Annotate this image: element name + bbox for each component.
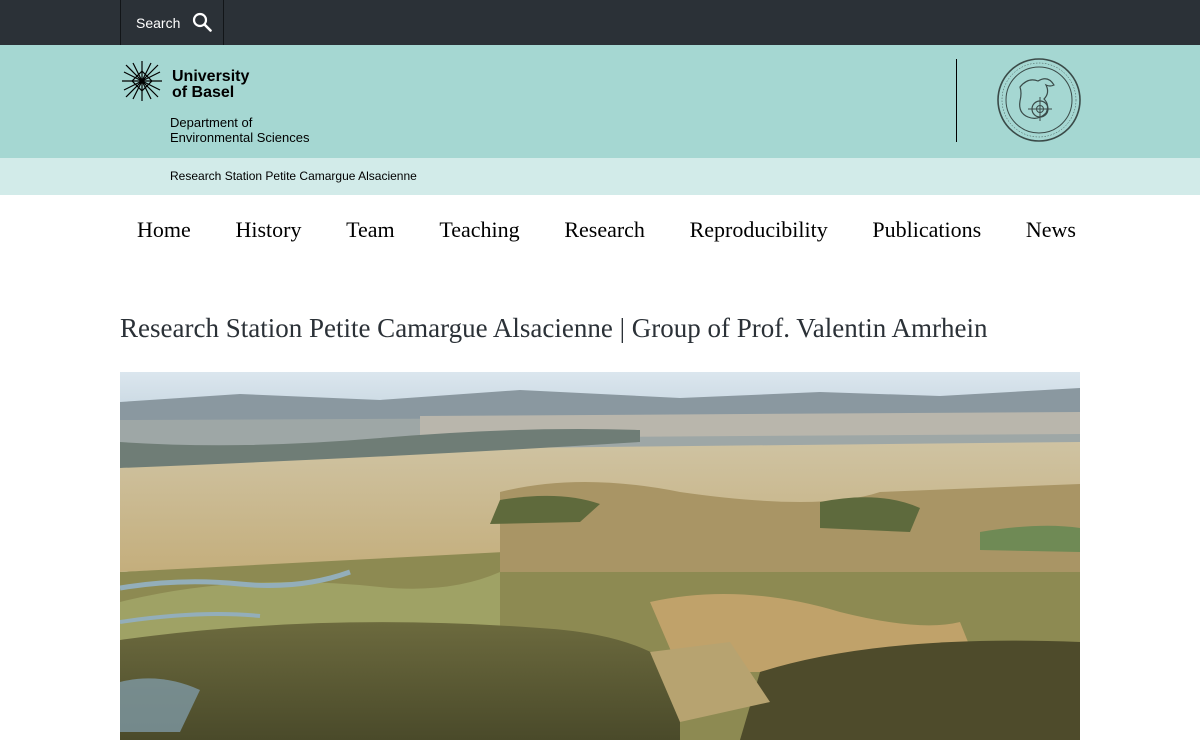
- page-title: Research Station Petite Camargue Alsacie…: [120, 313, 988, 343]
- nav-item-history[interactable]: History: [235, 217, 301, 243]
- university-logo-text: University of Basel: [172, 69, 282, 101]
- search-label: Search: [136, 14, 181, 31]
- nav-item-publications[interactable]: Publications: [872, 217, 981, 243]
- department-name[interactable]: Department of Environmental Sciences: [170, 115, 370, 145]
- nav-item-home[interactable]: Home: [137, 217, 191, 243]
- landscape-photo: [120, 372, 1080, 740]
- header-divider: [956, 59, 957, 142]
- search-icon: [192, 12, 212, 32]
- nav-item-teaching[interactable]: Teaching: [439, 217, 519, 243]
- logo-line-2: of Basel: [172, 84, 235, 101]
- nav-item-news[interactable]: News: [1026, 217, 1076, 243]
- university-logo-link[interactable]: University of Basel: [120, 59, 260, 105]
- nav-item-team[interactable]: Team: [346, 217, 395, 243]
- site-subtitle-bar: Research Station Petite Camargue Alsacie…: [0, 158, 1200, 195]
- nav-item-reproducibility[interactable]: Reproducibility: [690, 217, 828, 243]
- top-bar: Search: [0, 0, 1200, 45]
- university-seal-icon: [997, 58, 1081, 142]
- university-basilisk-logo-icon: [122, 61, 162, 101]
- site-header: University of Basel Department of Enviro…: [0, 45, 1200, 158]
- research-station-link[interactable]: Research Station Petite Camargue Alsacie…: [170, 169, 417, 183]
- hero-landscape-image: [120, 372, 1080, 740]
- search-button[interactable]: Search: [120, 0, 224, 45]
- department-line-1: Department of: [170, 115, 253, 130]
- department-line-2: Environmental Sciences: [170, 130, 310, 145]
- nav-item-research[interactable]: Research: [564, 217, 645, 243]
- logo-line-1: University: [172, 68, 250, 85]
- main-navigation: Home History Team Teaching Research Repr…: [120, 212, 1080, 248]
